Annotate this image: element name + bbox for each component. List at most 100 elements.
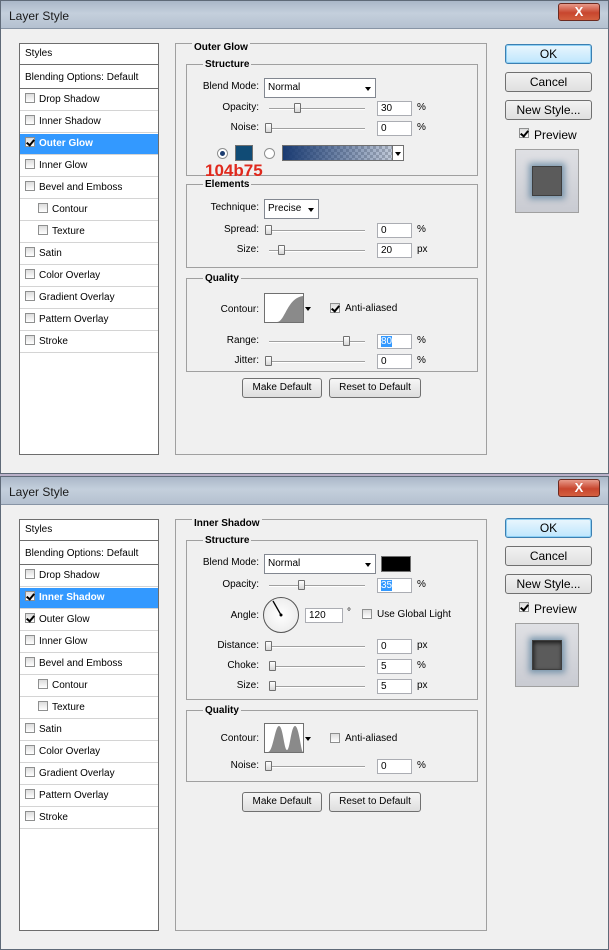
ok-button[interactable]: OK xyxy=(505,44,592,64)
style-checkbox[interactable] xyxy=(25,613,35,624)
style-checkbox[interactable] xyxy=(25,93,35,104)
noise-slider-thumb[interactable] xyxy=(265,123,272,133)
jitter-slider[interactable] xyxy=(269,361,365,363)
choke-input[interactable]: 5 xyxy=(377,659,412,674)
opacity-slider-thumb[interactable] xyxy=(298,580,305,590)
noise-slider[interactable] xyxy=(269,766,365,768)
style-checkbox[interactable] xyxy=(38,203,48,214)
title-bar[interactable]: Layer Style X xyxy=(1,477,608,505)
style-item-satin[interactable]: Satin xyxy=(20,244,158,265)
noise-slider-thumb[interactable] xyxy=(265,761,272,771)
style-checkbox[interactable] xyxy=(25,723,35,734)
style-checkbox[interactable] xyxy=(25,789,35,800)
style-checkbox[interactable] xyxy=(25,335,35,346)
cancel-button[interactable]: Cancel xyxy=(505,72,592,92)
range-input[interactable]: 80 xyxy=(377,334,412,349)
jitter-slider-thumb[interactable] xyxy=(265,356,272,366)
style-checkbox[interactable] xyxy=(25,313,35,324)
spread-slider-thumb[interactable] xyxy=(265,225,272,235)
style-item-stroke[interactable]: Stroke xyxy=(20,808,158,829)
make-default-button[interactable]: Make Default xyxy=(242,378,322,398)
close-button[interactable]: X xyxy=(558,479,600,497)
blend-mode-select[interactable]: Normal xyxy=(264,78,376,98)
noise-slider[interactable] xyxy=(269,128,365,130)
style-item-color-overlay[interactable]: Color Overlay xyxy=(20,266,158,287)
style-item-satin[interactable]: Satin xyxy=(20,720,158,741)
style-checkbox[interactable] xyxy=(25,767,35,778)
solid-color-radio[interactable] xyxy=(217,148,228,159)
noise-input[interactable]: 0 xyxy=(377,759,412,774)
style-checkbox[interactable] xyxy=(38,225,48,236)
make-default-button[interactable]: Make Default xyxy=(242,792,322,812)
ok-button[interactable]: OK xyxy=(505,518,592,538)
choke-slider[interactable] xyxy=(269,666,365,668)
gradient-dropdown-button[interactable] xyxy=(392,145,404,161)
style-item-contour[interactable]: Contour xyxy=(20,676,158,697)
style-item-bevel-and-emboss[interactable]: Bevel and Emboss xyxy=(20,654,158,675)
spread-input[interactable]: 0 xyxy=(377,223,412,238)
style-checkbox[interactable] xyxy=(25,137,35,148)
range-slider-thumb[interactable] xyxy=(343,336,350,346)
anti-aliased-checkbox[interactable] xyxy=(330,733,340,743)
opacity-input[interactable]: 30 xyxy=(377,101,412,116)
gradient-picker[interactable] xyxy=(282,145,404,161)
jitter-input[interactable]: 0 xyxy=(377,354,412,369)
contour-dropdown-button[interactable] xyxy=(304,723,313,753)
style-item-outer-glow[interactable]: Outer Glow xyxy=(20,610,158,631)
range-slider[interactable] xyxy=(269,341,365,343)
styles-header[interactable]: Styles xyxy=(20,44,158,65)
size-slider[interactable] xyxy=(269,686,365,688)
style-checkbox[interactable] xyxy=(38,701,48,712)
style-item-inner-shadow[interactable]: Inner Shadow xyxy=(20,588,158,609)
style-item-pattern-overlay[interactable]: Pattern Overlay xyxy=(20,310,158,331)
style-item-gradient-overlay[interactable]: Gradient Overlay xyxy=(20,764,158,785)
style-item-drop-shadow[interactable]: Drop Shadow xyxy=(20,90,158,111)
style-checkbox[interactable] xyxy=(25,181,35,192)
opacity-slider[interactable] xyxy=(269,585,365,587)
distance-slider[interactable] xyxy=(269,646,365,648)
style-checkbox[interactable] xyxy=(38,679,48,690)
style-item-gradient-overlay[interactable]: Gradient Overlay xyxy=(20,288,158,309)
style-item-color-overlay[interactable]: Color Overlay xyxy=(20,742,158,763)
style-checkbox[interactable] xyxy=(25,115,35,126)
style-checkbox[interactable] xyxy=(25,569,35,580)
style-checkbox[interactable] xyxy=(25,745,35,756)
style-item-texture[interactable]: Texture xyxy=(20,222,158,243)
choke-slider-thumb[interactable] xyxy=(269,661,276,671)
opacity-slider[interactable] xyxy=(269,108,365,110)
style-item-outer-glow[interactable]: Outer Glow xyxy=(20,134,158,155)
style-item-stroke[interactable]: Stroke xyxy=(20,332,158,353)
reset-to-default-button[interactable]: Reset to Default xyxy=(329,792,421,812)
style-item-contour[interactable]: Contour xyxy=(20,200,158,221)
style-checkbox[interactable] xyxy=(25,159,35,170)
size-input[interactable]: 5 xyxy=(377,679,412,694)
noise-input[interactable]: 0 xyxy=(377,121,412,136)
size-slider-thumb[interactable] xyxy=(278,245,285,255)
glow-color-swatch[interactable] xyxy=(235,145,253,161)
spread-slider[interactable] xyxy=(269,230,365,232)
style-checkbox[interactable] xyxy=(25,591,35,602)
style-item-inner-shadow[interactable]: Inner Shadow xyxy=(20,112,158,133)
size-slider-thumb[interactable] xyxy=(269,681,276,691)
anti-aliased-checkbox[interactable] xyxy=(330,303,340,313)
use-global-light-checkbox[interactable] xyxy=(362,609,372,619)
new-style-button[interactable]: New Style... xyxy=(505,100,592,120)
contour-picker[interactable] xyxy=(264,723,304,753)
blending-options-item[interactable]: Blending Options: Default xyxy=(20,544,158,565)
style-item-inner-glow[interactable]: Inner Glow xyxy=(20,156,158,177)
cancel-button[interactable]: Cancel xyxy=(505,546,592,566)
style-checkbox[interactable] xyxy=(25,269,35,280)
blending-options-item[interactable]: Blending Options: Default xyxy=(20,68,158,89)
size-input[interactable]: 20 xyxy=(377,243,412,258)
style-checkbox[interactable] xyxy=(25,291,35,302)
style-checkbox[interactable] xyxy=(25,657,35,668)
style-checkbox[interactable] xyxy=(25,811,35,822)
style-item-drop-shadow[interactable]: Drop Shadow xyxy=(20,566,158,587)
blend-mode-select[interactable]: Normal xyxy=(264,554,376,574)
contour-picker[interactable] xyxy=(264,293,304,323)
style-checkbox[interactable] xyxy=(25,247,35,258)
angle-dial[interactable] xyxy=(263,597,299,633)
style-item-texture[interactable]: Texture xyxy=(20,698,158,719)
preview-checkbox[interactable] xyxy=(519,602,529,612)
angle-input[interactable]: 120 xyxy=(305,608,343,623)
